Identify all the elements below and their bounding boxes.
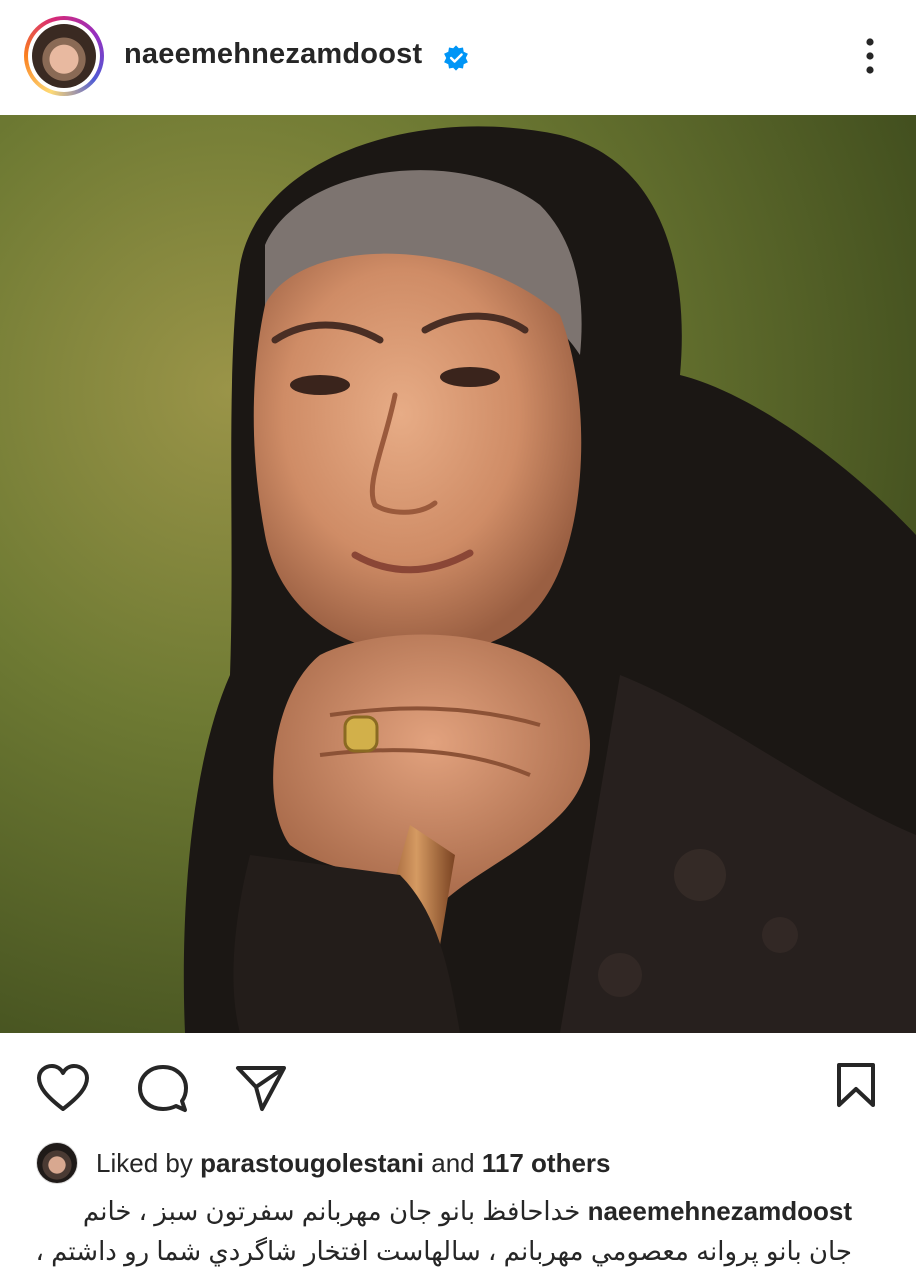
bookmark-icon[interactable]	[834, 1061, 878, 1109]
send-icon[interactable]	[234, 1063, 288, 1113]
verified-badge-icon	[444, 45, 468, 71]
post-username[interactable]: naeemehnezamdoost	[124, 38, 422, 71]
heart-icon[interactable]	[36, 1063, 90, 1113]
caption-text-1: خداحافظ بانو جان مهربانم سفرتون سبز ، خا…	[82, 1196, 581, 1226]
post-header: naeemehnezamdoost	[0, 0, 916, 115]
post-actions	[0, 1033, 916, 1133]
portrait-image	[0, 115, 916, 1033]
profile-avatar[interactable]	[24, 16, 104, 96]
liker-username[interactable]: parastougolestani	[200, 1148, 424, 1178]
caption-username[interactable]: naeemehnezamdoost	[588, 1196, 852, 1226]
liker-avatar[interactable]	[36, 1142, 78, 1184]
post-photo[interactable]	[0, 115, 916, 1033]
caption-text-2: جان بانو پروانه معصومي مهربانم ، سالهاست…	[35, 1236, 852, 1266]
more-options-icon[interactable]	[858, 36, 882, 76]
caption-line-1: naeemehnezamdoost خداحافظ بانو جان مهربا…	[83, 1196, 852, 1227]
post-caption: naeemehnezamdoost خداحافظ بانو جان مهربا…	[0, 1192, 916, 1276]
likes-count[interactable]: 117 others	[482, 1148, 611, 1178]
likes-row: Liked by parastougolestani and 117 other…	[0, 1138, 916, 1188]
likes-middle: and	[431, 1148, 475, 1178]
caption-line-2: جان بانو پروانه معصومي مهربانم ، سالهاست…	[36, 1236, 852, 1267]
likes-prefix: Liked by	[96, 1148, 193, 1178]
likes-text[interactable]: Liked by parastougolestani and 117 other…	[96, 1148, 611, 1179]
comment-icon[interactable]	[136, 1063, 190, 1115]
